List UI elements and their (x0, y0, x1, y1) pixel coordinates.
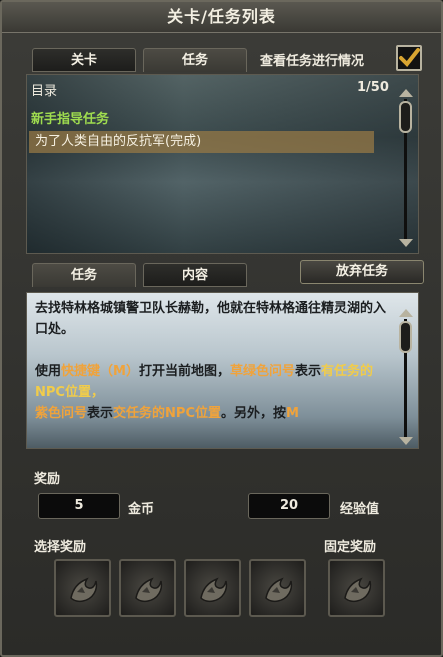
dragon-emblem-icon (200, 577, 228, 603)
hint-green-mark: 草绿色问号 (229, 364, 295, 379)
scroll-down-icon[interactable] (399, 239, 413, 247)
hint-hotkey: M (286, 406, 299, 421)
tab-quest-content[interactable]: 内容 (143, 263, 247, 287)
exp-label: 经验值 (340, 502, 380, 517)
choice-reward-slot[interactable] (54, 559, 111, 617)
hint-npc: 交任务的NPC位置 (113, 406, 221, 421)
dragon-emblem-icon (135, 577, 163, 603)
scroll-thumb[interactable] (399, 321, 412, 353)
hint-hotkey: 快捷键（M） (61, 364, 139, 379)
hint-text: 表示 (294, 364, 321, 379)
hint-text: 。另外，按 (220, 406, 286, 421)
scroll-up-icon[interactable] (399, 309, 413, 317)
choice-reward-slot[interactable] (249, 559, 306, 617)
description-text: 去找特林格城镇警卫队长赫勒，他就在特林格通往精灵湖的入口处。 使用快捷键（M）打… (35, 298, 387, 424)
quest-list-panel: 目录 1/50 新手指导任务 为了人类自由的反抗军(完成) (26, 74, 419, 254)
hint-purple-mark: 紫色问号 (35, 406, 88, 421)
scroll-thumb[interactable] (399, 101, 412, 133)
list-item[interactable]: 为了人类自由的反抗军(完成) (29, 131, 374, 153)
list-category[interactable]: 新手指导任务 (31, 108, 109, 127)
dragon-emblem-icon (265, 577, 293, 603)
rewards-title: 奖励 (34, 472, 61, 487)
dragon-emblem-icon (70, 577, 98, 603)
description-scrollbar[interactable] (396, 309, 416, 448)
quest-window: 关卡/任务列表 关卡 任务 查看任务进行情况 目录 1/50 新手指导任务 为了… (0, 0, 443, 657)
list-header: 目录 (31, 84, 58, 99)
gold-value: 5 (38, 493, 120, 519)
checkmark-icon (399, 48, 420, 68)
abandon-quest-button[interactable]: 放弃任务 (300, 260, 424, 284)
view-progress-checkbox[interactable] (396, 45, 422, 71)
description-hint: 使用快捷键（M）打开当前地图，草绿色问号表示有任务的NPC位置， 紫色问号表示交任… (35, 361, 387, 424)
hint-text: 表示 (87, 406, 114, 421)
dragon-emblem-icon (344, 577, 372, 603)
choice-rewards-label: 选择奖励 (34, 540, 87, 555)
hint-text: 使用 (35, 364, 62, 379)
quest-description-panel: 去找特林格城镇警卫队长赫勒，他就在特林格通往精灵湖的入口处。 使用快捷键（M）打… (26, 292, 419, 449)
exp-value: 20 (248, 493, 330, 519)
tab-quests[interactable]: 任务 (143, 48, 247, 72)
tab-stages[interactable]: 关卡 (32, 48, 136, 72)
window-title: 关卡/任务列表 (2, 2, 441, 33)
scroll-up-icon[interactable] (399, 89, 413, 97)
description-line: 去找特林格城镇警卫队长赫勒，他就在特林格通往精灵湖的入口处。 (35, 301, 387, 337)
tab-quest-info[interactable]: 任务 (32, 263, 136, 287)
fixed-reward-slot[interactable] (328, 559, 385, 617)
choice-reward-slot[interactable] (119, 559, 176, 617)
choice-reward-slot[interactable] (184, 559, 241, 617)
list-count: 1/50 (357, 80, 389, 95)
hint-text: 打开当前地图， (138, 364, 230, 379)
gold-label: 金币 (128, 502, 155, 517)
fixed-rewards-label: 固定奖励 (324, 540, 377, 555)
list-scrollbar[interactable] (396, 89, 416, 251)
scroll-down-icon[interactable] (399, 437, 413, 445)
view-progress-label: 查看任务进行情况 (260, 54, 365, 69)
